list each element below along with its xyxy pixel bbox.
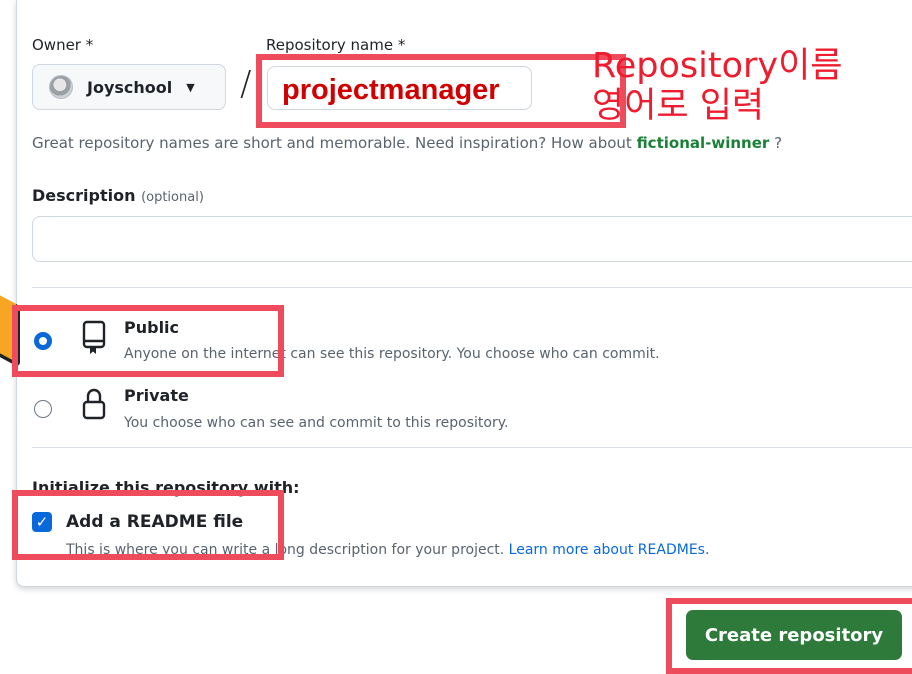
description-input[interactable] — [32, 216, 912, 262]
name-suggestion-link[interactable]: fictional-winner — [637, 134, 770, 152]
chevron-down-icon: ▼ — [186, 80, 195, 94]
lock-icon — [80, 386, 108, 422]
divider — [32, 287, 912, 288]
private-radio[interactable] — [34, 400, 52, 418]
owner-dropdown[interactable]: Joyschool ▼ — [32, 64, 226, 110]
create-button-highlight — [666, 598, 912, 674]
repository-name-label: Repository name * — [266, 36, 406, 54]
hint-suffix: ? — [769, 134, 783, 152]
annotation-line-2: 영어로 입력 — [592, 86, 765, 126]
repository-name-value: projectmanager — [282, 74, 500, 106]
description-label-text: Description — [32, 186, 136, 205]
annotation-line-1: Repository이름 — [592, 46, 843, 86]
optional-tag: (optional) — [141, 190, 204, 205]
avatar — [49, 75, 73, 99]
private-description: You choose who can see and commit to thi… — [124, 415, 509, 431]
public-highlight — [12, 305, 284, 377]
private-title: Private — [124, 386, 189, 405]
owner-label: Owner * — [32, 36, 94, 54]
owner-name: Joyschool — [87, 77, 173, 97]
hint-text: Great repository names are short and mem… — [32, 134, 637, 152]
divider — [32, 447, 912, 448]
description-label: Description (optional) — [32, 186, 204, 205]
owner-repo-separator: / — [240, 64, 252, 104]
repository-name-hint: Great repository names are short and mem… — [32, 134, 782, 152]
readme-highlight — [12, 490, 284, 560]
readme-learn-more-link[interactable]: Learn more about READMEs. — [509, 542, 710, 558]
